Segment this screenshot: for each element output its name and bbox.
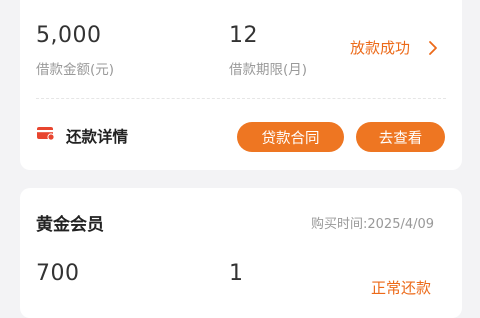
chevron-right-icon[interactable] — [428, 40, 438, 56]
loan-card: 5,000 借款金额(元) 12 借款期限(月) 放款成功 还款详情 贷款合同 … — [20, 0, 462, 170]
repayment-status[interactable]: 正常还款 — [371, 277, 431, 298]
loan-term-label: 借款期限(月) — [229, 62, 308, 78]
loan-amount-label: 借款金额(元) — [36, 62, 115, 78]
membership-count: 1 — [229, 261, 244, 286]
membership-card: 黄金会员 购买时间:2025/4/09 700 1 正常还款 — [20, 188, 462, 318]
membership-title: 黄金会员 — [36, 215, 104, 235]
repayment-card-icon — [37, 127, 55, 141]
view-button[interactable]: 去查看 — [356, 122, 445, 152]
dashed-divider — [36, 98, 446, 99]
loan-amount: 5,000 — [36, 23, 102, 48]
membership-price: 700 — [36, 261, 80, 286]
loan-status[interactable]: 放款成功 — [350, 37, 410, 58]
loan-term: 12 — [229, 23, 258, 48]
repayment-details-title: 还款详情 — [66, 128, 129, 146]
purchase-time: 购买时间:2025/4/09 — [311, 217, 435, 232]
loan-contract-button[interactable]: 贷款合同 — [237, 122, 344, 152]
